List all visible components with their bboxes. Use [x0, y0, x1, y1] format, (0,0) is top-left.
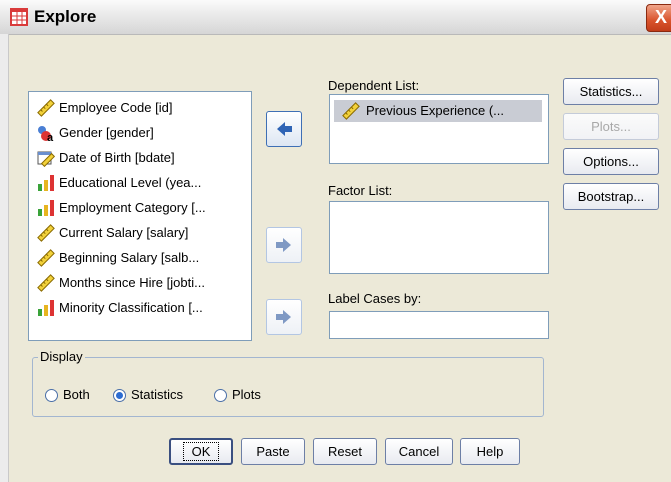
options-button[interactable]: Options...: [563, 148, 659, 175]
variable-item[interactable]: Educational Level (yea...: [29, 170, 251, 195]
ok-button[interactable]: OK: [169, 438, 233, 465]
move-factor-button[interactable]: [266, 227, 302, 263]
dependent-item-label: Previous Experience (...: [366, 103, 505, 118]
dependent-list-item[interactable]: Previous Experience (...: [334, 100, 542, 122]
plots-button[interactable]: Plots...: [563, 113, 659, 140]
cancel-button[interactable]: Cancel: [385, 438, 453, 465]
variable-item[interactable]: a Gender [gender]: [29, 120, 251, 145]
ok-label: OK: [182, 442, 220, 461]
variable-label: Date of Birth [bdate]: [59, 150, 175, 165]
ruler-scale-icon: [37, 249, 55, 267]
statistics-radio-label[interactable]: Statistics: [131, 387, 183, 402]
reset-button[interactable]: Reset: [313, 438, 377, 465]
display-group: [32, 357, 544, 417]
variable-label: Minority Classification [...: [59, 300, 203, 315]
plots-radio[interactable]: [214, 389, 227, 402]
variable-item[interactable]: Current Salary [salary]: [29, 220, 251, 245]
close-icon: X: [654, 7, 667, 27]
label-cases-label: Label Cases by:: [328, 291, 422, 306]
variable-label: Employment Category [...: [59, 200, 206, 215]
move-label-cases-button[interactable]: [266, 299, 302, 335]
variable-label: Months since Hire [jobti...: [59, 275, 205, 290]
paste-button[interactable]: Paste: [241, 438, 305, 465]
title-bar[interactable]: Explore X: [0, 0, 671, 35]
window-frame: [0, 34, 9, 482]
explore-dialog: Explore X Employee Code [id] a Gender [g…: [0, 0, 671, 482]
svg-text:a: a: [47, 132, 54, 142]
date-scale-icon: [37, 151, 55, 167]
ordinal-bar-icon: [38, 175, 54, 191]
variable-label: Educational Level (yea...: [59, 175, 202, 190]
ruler-scale-icon: [37, 274, 55, 292]
dependent-list[interactable]: Previous Experience (...: [329, 94, 549, 164]
ordinal-bar-icon: [38, 300, 54, 316]
variable-label: Employee Code [id]: [59, 100, 173, 115]
both-radio[interactable]: [45, 389, 58, 402]
nominal-string-icon: a: [38, 126, 54, 142]
plots-radio-label[interactable]: Plots: [232, 387, 261, 402]
ordinal-bar-icon: [38, 200, 54, 216]
ruler-scale-icon: [37, 224, 55, 242]
variable-item[interactable]: Employee Code [id]: [29, 95, 251, 120]
variable-label: Gender [gender]: [59, 125, 154, 140]
dependent-list-label: Dependent List:: [328, 78, 420, 93]
source-variable-list[interactable]: Employee Code [id] a Gender [gender] Dat…: [28, 91, 252, 341]
display-group-title: Display: [38, 349, 85, 364]
variable-item[interactable]: Minority Classification [...: [29, 295, 251, 320]
close-button[interactable]: X: [646, 4, 671, 32]
bootstrap-button[interactable]: Bootstrap...: [563, 183, 659, 210]
both-radio-label[interactable]: Both: [63, 387, 90, 402]
move-dependent-button[interactable]: [266, 111, 302, 147]
statistics-radio[interactable]: [113, 389, 126, 402]
variable-item[interactable]: Date of Birth [bdate]: [29, 145, 251, 170]
label-cases-field[interactable]: [329, 311, 549, 339]
arrow-right-icon: [276, 238, 291, 252]
ruler-scale-icon: [342, 102, 360, 120]
variable-item[interactable]: Employment Category [...: [29, 195, 251, 220]
variable-label: Current Salary [salary]: [59, 225, 189, 240]
arrow-right-icon: [276, 310, 291, 324]
variable-item[interactable]: Months since Hire [jobti...: [29, 270, 251, 295]
variable-label: Beginning Salary [salb...: [59, 250, 200, 265]
ruler-scale-icon: [37, 99, 55, 117]
factor-list-label: Factor List:: [328, 183, 393, 198]
variable-item[interactable]: Beginning Salary [salb...: [29, 245, 251, 270]
window-title: Explore: [34, 7, 97, 26]
arrow-left-icon: [277, 122, 292, 136]
help-button[interactable]: Help: [460, 438, 520, 465]
statistics-button[interactable]: Statistics...: [563, 78, 659, 105]
explore-table-icon: [10, 8, 28, 26]
factor-list[interactable]: [329, 201, 549, 274]
